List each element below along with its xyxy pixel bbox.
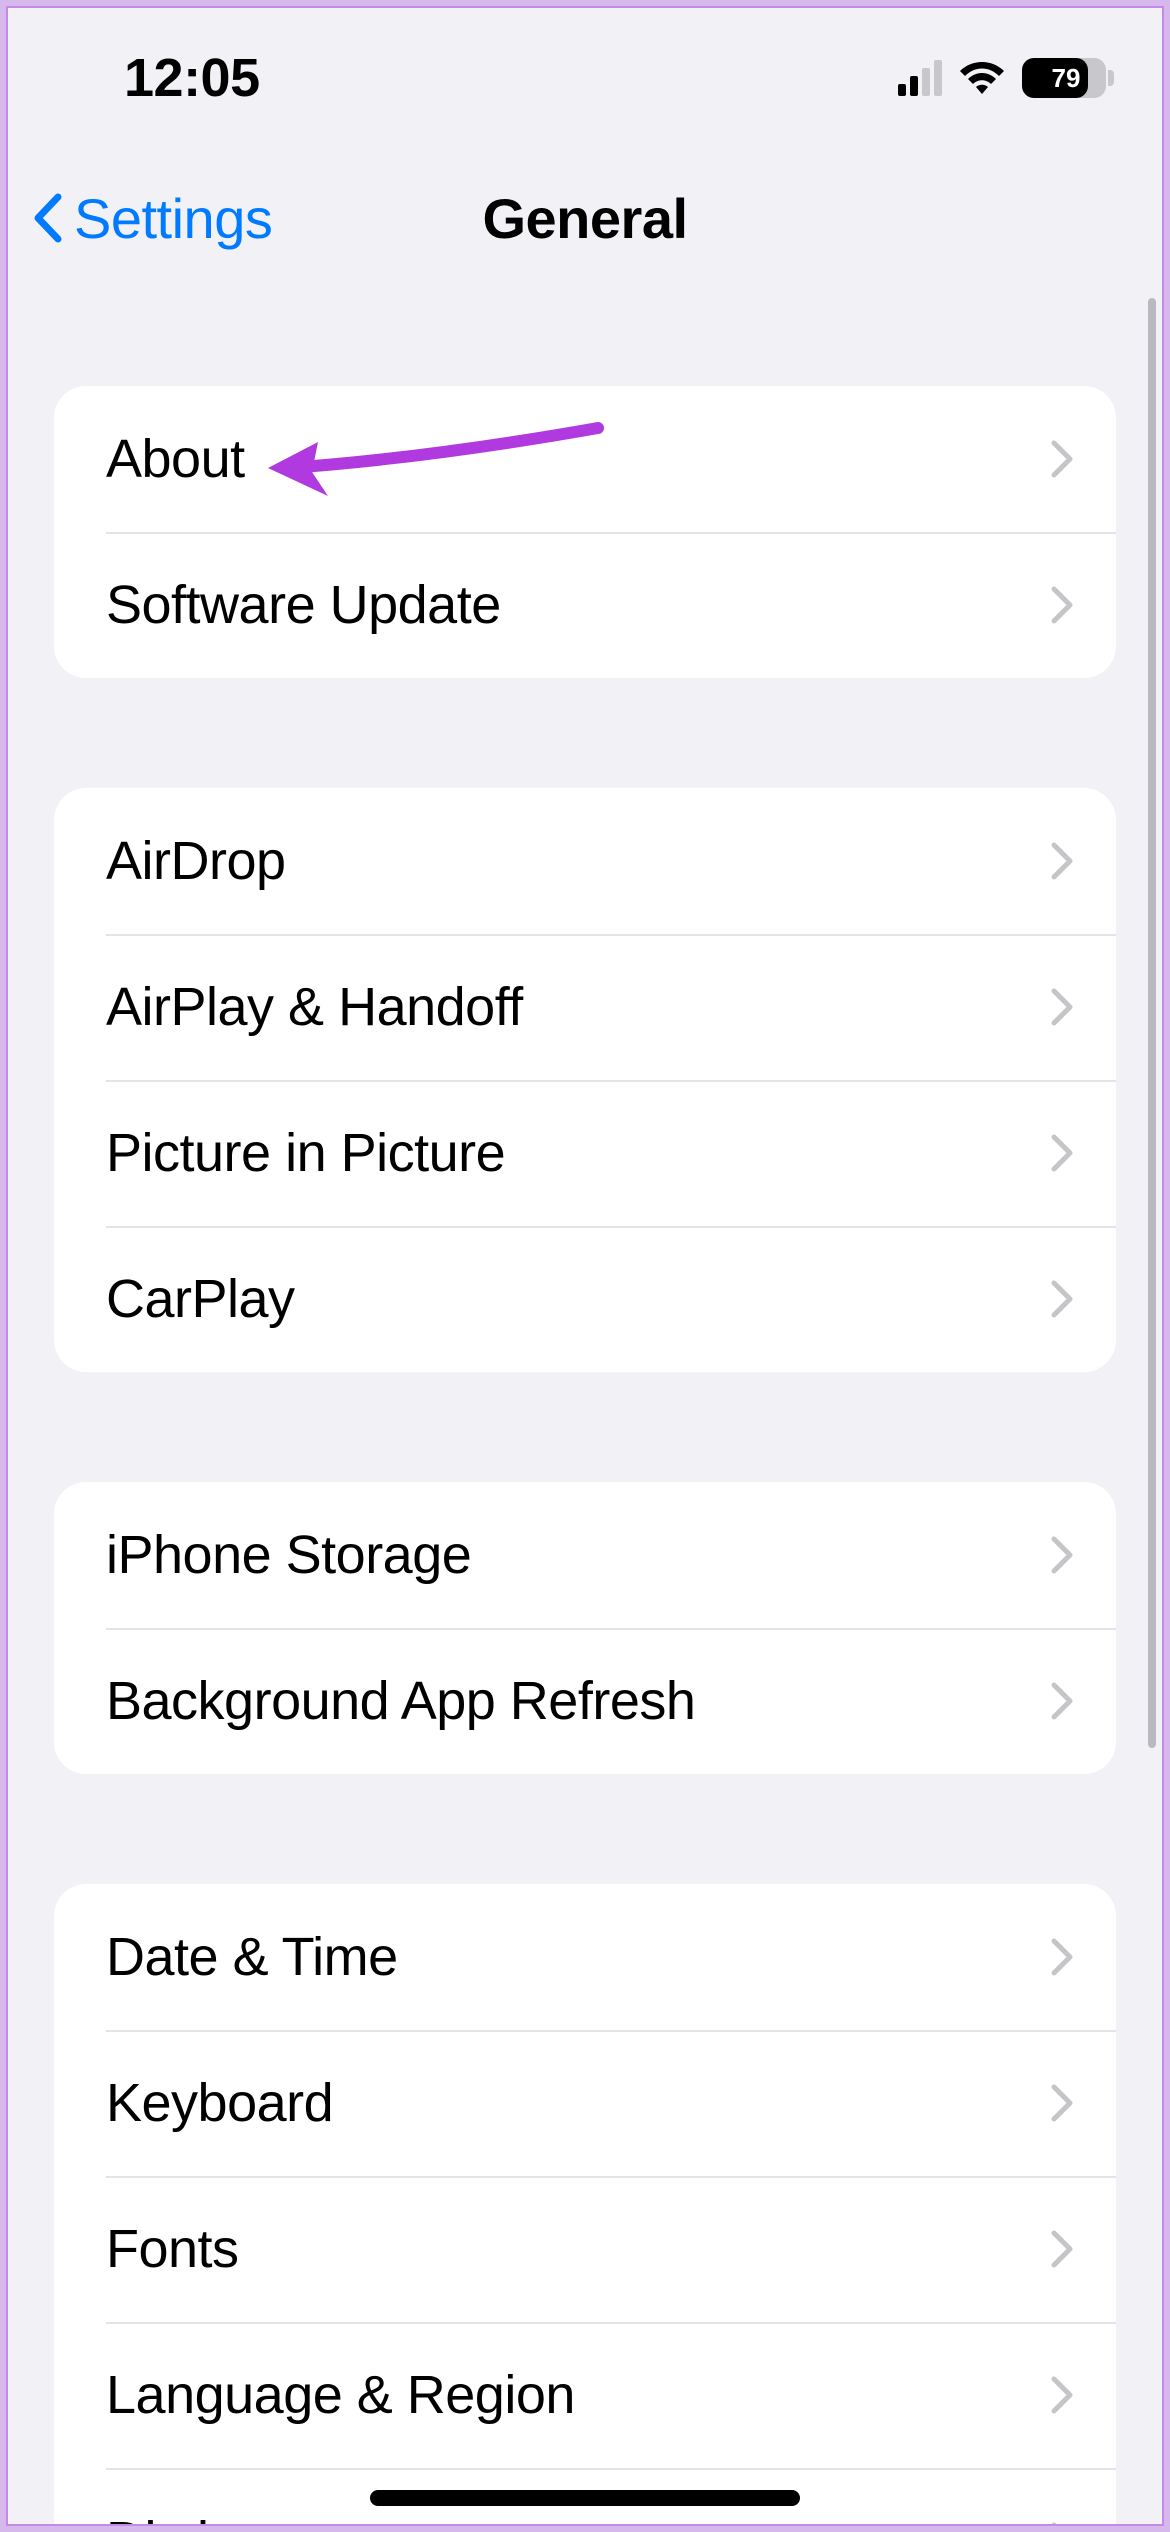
chevron-right-icon [1050,2229,1074,2269]
row-label: Picture in Picture [106,1122,505,1184]
row-language-region[interactable]: Language & Region [54,2322,1116,2468]
screen-frame: 12:05 79 Settings General About [6,6,1164,2526]
row-carplay[interactable]: CarPlay [54,1226,1116,1372]
status-right-cluster: 79 [898,58,1106,98]
chevron-left-icon [30,193,68,243]
chevron-right-icon [1050,1937,1074,1977]
row-background-app-refresh[interactable]: Background App Refresh [54,1628,1116,1774]
home-indicator[interactable] [370,2490,800,2506]
chevron-right-icon [1050,585,1074,625]
cellular-icon [898,60,942,96]
row-about[interactable]: About [54,386,1116,532]
content-scroll[interactable]: About Software Update AirDrop AirPlay & … [8,386,1162,2526]
chevron-right-icon [1050,1681,1074,1721]
settings-group: AirDrop AirPlay & Handoff Picture in Pic… [54,788,1116,1372]
back-button[interactable]: Settings [8,186,272,251]
row-fonts[interactable]: Fonts [54,2176,1116,2322]
chevron-right-icon [1050,1535,1074,1575]
row-label: Dictionary [106,2510,341,2526]
row-label: AirPlay & Handoff [106,976,523,1038]
row-label: Fonts [106,2218,239,2280]
row-label: Keyboard [106,2072,333,2134]
wifi-icon [956,58,1008,98]
chevron-right-icon [1050,987,1074,1027]
row-label: Date & Time [106,1926,398,1988]
battery-percent: 79 [1022,63,1106,94]
chevron-right-icon [1050,2083,1074,2123]
row-software-update[interactable]: Software Update [54,532,1116,678]
scroll-indicator [1148,298,1156,1748]
row-picture-in-picture[interactable]: Picture in Picture [54,1080,1116,1226]
row-iphone-storage[interactable]: iPhone Storage [54,1482,1116,1628]
chevron-right-icon [1050,841,1074,881]
settings-group: iPhone Storage Background App Refresh [54,1482,1116,1774]
battery-icon: 79 [1022,58,1106,98]
row-label: Language & Region [106,2364,575,2426]
chevron-right-icon [1050,1279,1074,1319]
row-label: Background App Refresh [106,1670,695,1732]
settings-group: About Software Update [54,386,1116,678]
row-label: About [106,428,245,490]
row-label: Software Update [106,574,501,636]
row-airdrop[interactable]: AirDrop [54,788,1116,934]
chevron-right-icon [1050,2375,1074,2415]
row-label: iPhone Storage [106,1524,471,1586]
back-label: Settings [74,186,272,251]
chevron-right-icon [1050,1133,1074,1173]
row-label: CarPlay [106,1268,295,1330]
chevron-right-icon [1050,2521,1074,2526]
status-bar: 12:05 79 [8,8,1162,148]
row-label: AirDrop [106,830,286,892]
row-airplay-handoff[interactable]: AirPlay & Handoff [54,934,1116,1080]
settings-group: Date & Time Keyboard Fonts Language & Re… [54,1884,1116,2526]
row-date-time[interactable]: Date & Time [54,1884,1116,2030]
row-keyboard[interactable]: Keyboard [54,2030,1116,2176]
chevron-right-icon [1050,439,1074,479]
status-time: 12:05 [124,47,260,109]
navigation-bar: Settings General [8,148,1162,288]
